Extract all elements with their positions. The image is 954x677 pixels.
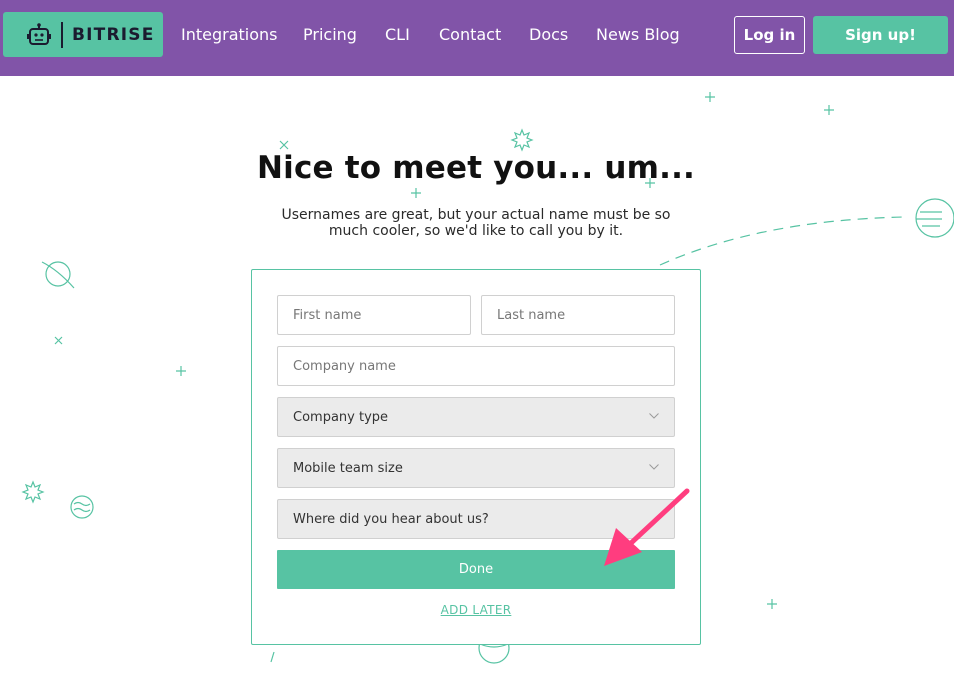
star-burst-icon bbox=[21, 480, 45, 504]
page-subtitle: Usernames are great, but your actual nam… bbox=[281, 207, 671, 239]
heard-about-label: Where did you hear about us? bbox=[293, 511, 489, 527]
signup-button[interactable]: Sign up! bbox=[813, 16, 948, 54]
done-button[interactable]: Done bbox=[277, 550, 675, 589]
bitrise-logo[interactable]: BITRISE bbox=[3, 12, 163, 57]
sparkle-icon bbox=[824, 105, 834, 115]
sparkle-icon bbox=[411, 188, 421, 198]
company-type-label: Company type bbox=[293, 409, 389, 425]
last-name-input[interactable]: Last name bbox=[481, 295, 675, 335]
x-mark-icon bbox=[279, 140, 289, 150]
company-type-select[interactable]: Company type bbox=[277, 397, 675, 437]
wavy-planet-icon bbox=[70, 495, 94, 519]
dashed-trajectory bbox=[659, 216, 906, 266]
x-mark-icon bbox=[54, 336, 63, 345]
nav-pricing[interactable]: Pricing bbox=[303, 25, 357, 44]
dash-mark bbox=[270, 651, 275, 663]
nav-news-blog[interactable]: News Blog bbox=[596, 25, 680, 44]
nav-contact[interactable]: Contact bbox=[439, 25, 501, 44]
nav-docs[interactable]: Docs bbox=[529, 25, 568, 44]
brand-name: BITRISE bbox=[72, 25, 155, 45]
heard-about-select[interactable]: Where did you hear about us? bbox=[277, 499, 675, 539]
team-size-select[interactable]: Mobile team size bbox=[277, 448, 675, 488]
page-title: Nice to meet you... um... bbox=[256, 150, 696, 186]
login-button[interactable]: Log in bbox=[734, 16, 805, 54]
nav-integrations[interactable]: Integrations bbox=[181, 25, 278, 44]
robot-icon bbox=[27, 23, 51, 45]
sparkle-icon bbox=[705, 92, 715, 102]
sparkle-icon bbox=[176, 366, 186, 376]
star-burst-icon bbox=[510, 128, 534, 152]
comet-planet-icon bbox=[915, 198, 954, 238]
add-later-link[interactable]: ADD LATER bbox=[0, 603, 952, 617]
nav-cli[interactable]: CLI bbox=[385, 25, 410, 44]
logo-divider bbox=[61, 22, 63, 48]
planet-icon bbox=[45, 261, 71, 287]
first-name-input[interactable]: First name bbox=[277, 295, 471, 335]
chevron-down-icon bbox=[649, 413, 659, 419]
top-navigation-bar: BITRISE Integrations Pricing CLI Contact… bbox=[0, 0, 954, 76]
company-name-input[interactable]: Company name bbox=[277, 346, 675, 386]
team-size-label: Mobile team size bbox=[293, 460, 403, 476]
chevron-down-icon bbox=[649, 464, 659, 470]
